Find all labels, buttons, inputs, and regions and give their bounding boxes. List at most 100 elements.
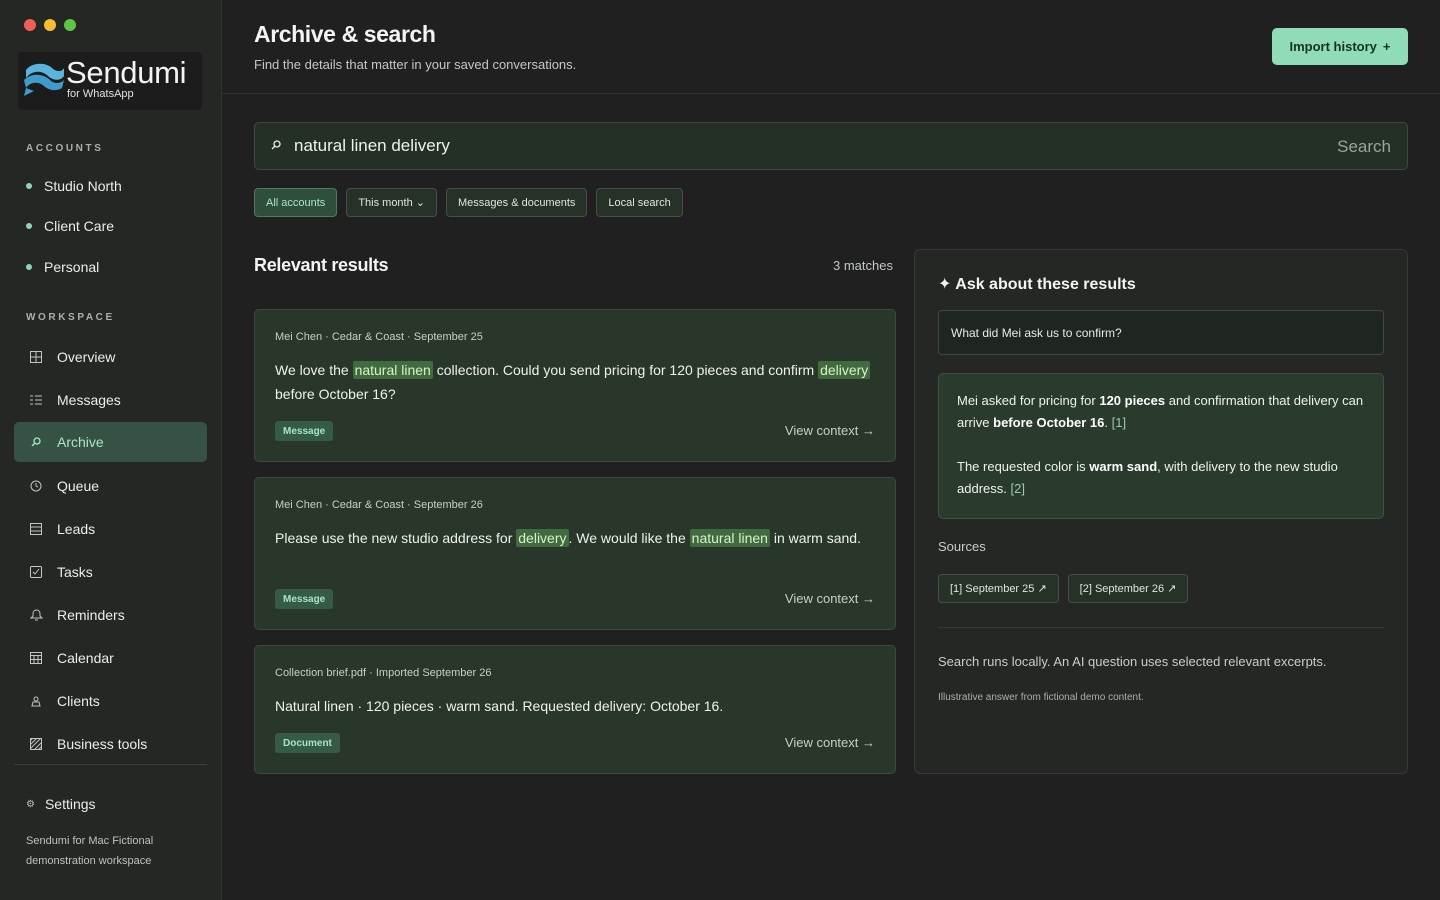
result-meta: Mei Chen · Cedar & Coast · September 26 xyxy=(275,499,483,511)
filter-all-accounts[interactable]: All accounts xyxy=(254,188,338,217)
search-bar: Search xyxy=(254,122,1408,170)
sidebar-item-messages[interactable]: Messages xyxy=(14,380,207,420)
status-dot-icon xyxy=(26,183,32,189)
account-label: Client Care xyxy=(44,218,115,234)
person-icon xyxy=(28,693,44,709)
app-subtitle: for WhatsApp xyxy=(67,88,134,100)
settings-label: Settings xyxy=(44,796,96,812)
sidebar-item-archive[interactable]: Archive xyxy=(14,422,207,462)
plus-icon: + xyxy=(1382,39,1391,54)
highlight: delivery xyxy=(516,529,569,547)
filter-content-type[interactable]: Messages & documents xyxy=(446,188,588,217)
account-client-care[interactable]: Client Care xyxy=(26,218,114,234)
privacy-note: Search runs locally. An AI question uses… xyxy=(938,654,1327,669)
page-subtitle: Find the details that matter in your sav… xyxy=(254,57,577,72)
app-name: Sendumi xyxy=(66,55,187,90)
result-meta: Mei Chen · Cedar & Coast · September 25 xyxy=(275,331,483,343)
sidebar-item-tasks[interactable]: Tasks xyxy=(14,552,207,592)
close-window-button[interactable] xyxy=(24,19,36,31)
sources-label: Sources xyxy=(938,539,986,554)
results-count: 3 matches xyxy=(833,258,893,273)
panel-divider xyxy=(938,627,1384,628)
result-body: We love the natural linen collection. Co… xyxy=(275,361,871,402)
result-type-badge: Message xyxy=(275,589,334,609)
view-context-link[interactable]: View context → xyxy=(785,423,875,438)
sidebar-item-settings[interactable]: ⚙ Settings xyxy=(26,796,96,812)
sidebar-item-clients[interactable]: Clients xyxy=(14,681,207,721)
bell-icon xyxy=(28,607,44,623)
ask-panel: ✦ Ask about these results What did Mei a… xyxy=(914,249,1408,774)
sources-list: [1] September 25 ↗ [2] September 26 ↗ xyxy=(938,574,1189,603)
highlight: natural linen xyxy=(689,529,770,547)
import-history-label: Import history xyxy=(1289,39,1377,54)
view-context-link[interactable]: View context → xyxy=(785,591,875,606)
result-card[interactable]: Mei Chen · Cedar & Coast · September 25 … xyxy=(254,309,896,462)
app-logo: Sendumi for WhatsApp xyxy=(18,52,202,110)
view-context-link[interactable]: View context → xyxy=(785,735,875,750)
citation-link[interactable]: [2] xyxy=(1010,481,1024,496)
highlight: natural linen xyxy=(352,361,433,379)
search-icon xyxy=(28,434,44,450)
sidebar-divider xyxy=(14,764,207,765)
search-icon xyxy=(271,139,281,153)
workspace-section-label: WORKSPACE xyxy=(26,312,115,323)
zoom-window-button[interactable] xyxy=(64,19,76,31)
ai-answer: Mei asked for pricing for 120 pieces and… xyxy=(938,373,1384,519)
result-type-badge: Message xyxy=(275,421,334,441)
filter-date-range[interactable]: This month ⌄ xyxy=(346,188,437,217)
citation-link[interactable]: [1] xyxy=(1112,415,1126,430)
grid-icon xyxy=(28,349,44,365)
status-dot-icon xyxy=(26,223,32,229)
gear-icon: ⚙ xyxy=(26,798,35,810)
search-button[interactable]: Search xyxy=(1337,137,1391,157)
result-body: Natural linen · 120 pieces · warm sand. … xyxy=(275,698,724,714)
accounts-section-label: ACCOUNTS xyxy=(26,143,104,154)
nav-label: Overview xyxy=(57,349,116,365)
sendumi-logo-icon xyxy=(24,63,64,96)
nav-label: Clients xyxy=(57,693,100,709)
sidebar-item-leads[interactable]: Leads xyxy=(14,509,207,549)
ask-panel-title: ✦ Ask about these results xyxy=(938,276,1136,293)
nav-label: Queue xyxy=(57,478,100,494)
account-studio-north[interactable]: Studio North xyxy=(26,178,122,194)
sidebar-item-queue[interactable]: Queue xyxy=(14,466,207,506)
nav-label: Archive xyxy=(57,434,104,450)
ask-question-field[interactable]: What did Mei ask us to confirm? xyxy=(938,310,1384,355)
source-chip[interactable]: [2] September 26 ↗ xyxy=(1067,574,1189,603)
clock-icon xyxy=(28,478,44,494)
page-title: Archive & search xyxy=(254,21,436,47)
result-meta: Collection brief.pdf · Imported Septembe… xyxy=(275,667,492,679)
result-card[interactable]: Collection brief.pdf · Imported Septembe… xyxy=(254,645,896,774)
sidebar-footnote: Sendumi for Mac Fictional demonstration … xyxy=(26,835,154,867)
checkbox-icon xyxy=(28,564,44,580)
sidebar-item-business-tools[interactable]: Business tools xyxy=(14,724,207,764)
nav-label: Messages xyxy=(57,392,121,408)
nav-label: Calendar xyxy=(57,650,114,666)
import-history-button[interactable]: Import history + xyxy=(1272,28,1408,65)
minimize-window-button[interactable] xyxy=(44,19,56,31)
page-header: Archive & search Find the details that m… xyxy=(222,0,1440,94)
demo-disclaimer: Illustrative answer from fictional demo … xyxy=(938,692,1144,703)
tools-icon xyxy=(28,736,44,752)
sidebar-item-reminders[interactable]: Reminders xyxy=(14,595,207,635)
sidebar: Sendumi for WhatsApp ACCOUNTS Studio Nor… xyxy=(0,0,222,900)
result-card[interactable]: Mei Chen · Cedar & Coast · September 26 … xyxy=(254,477,896,630)
search-input[interactable] xyxy=(294,123,1194,169)
results-title: Relevant results xyxy=(254,255,389,275)
source-chip[interactable]: [1] September 25 ↗ xyxy=(938,574,1059,603)
calendar-icon xyxy=(28,650,44,666)
result-type-badge: Document xyxy=(275,733,340,753)
status-dot-icon xyxy=(26,264,32,270)
filter-local-search[interactable]: Local search xyxy=(596,188,683,217)
sidebar-item-calendar[interactable]: Calendar xyxy=(14,638,207,678)
stack-icon xyxy=(28,521,44,537)
sidebar-item-overview[interactable]: Overview xyxy=(14,337,207,377)
account-label: Studio North xyxy=(44,178,122,194)
filter-chips: All accounts This month ⌄ Messages & doc… xyxy=(254,188,683,217)
account-label: Personal xyxy=(44,259,100,275)
nav-label: Tasks xyxy=(57,564,93,580)
window-controls xyxy=(24,19,76,31)
nav-label: Business tools xyxy=(57,736,148,752)
nav-label: Leads xyxy=(57,521,96,537)
account-personal[interactable]: Personal xyxy=(26,259,99,275)
